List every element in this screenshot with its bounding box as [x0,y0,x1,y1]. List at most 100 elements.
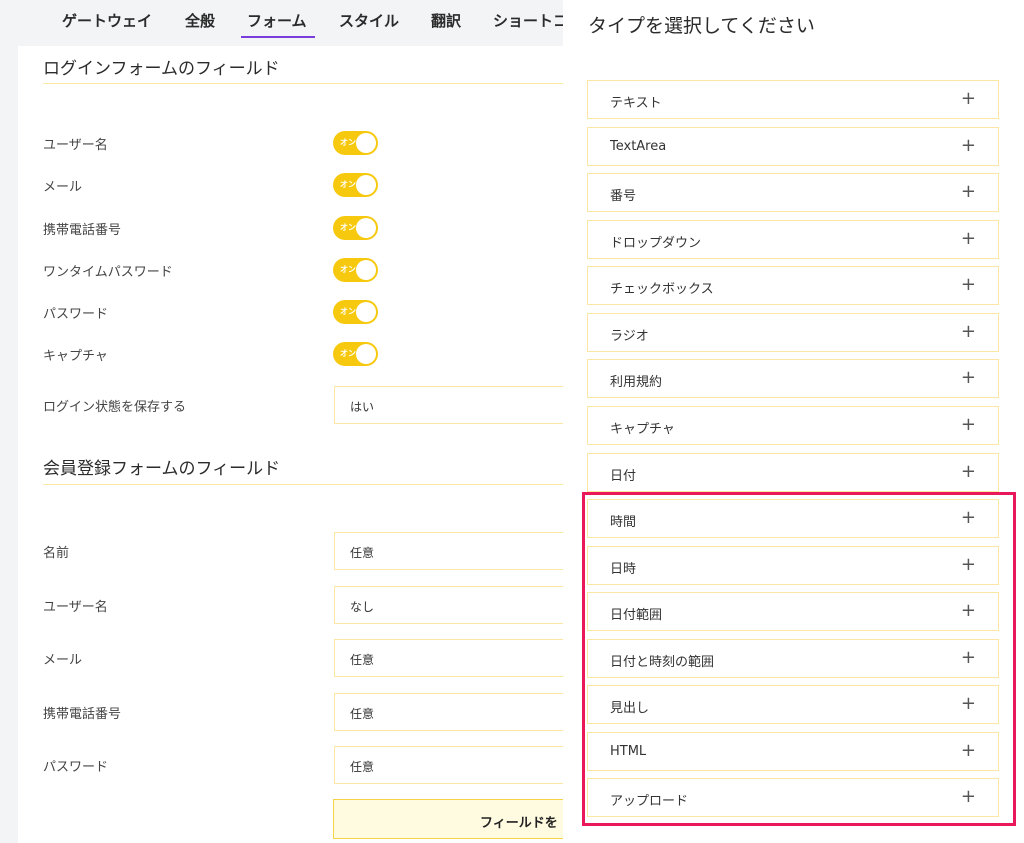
login-row-username-label: ユーザー名 [43,138,108,153]
type-item-number[interactable]: 番号 + [587,173,999,212]
type-item-label: TextArea [610,139,667,154]
type-item-label: 日付 [610,469,637,484]
register-section-title: 会員登録フォームのフィールド [43,459,281,479]
tab-shortcode[interactable]: ショートコ [493,10,568,31]
plus-icon: + [960,274,976,295]
plus-icon: + [960,507,976,528]
plus-icon: + [960,693,976,714]
login-row-password-label: パスワード [43,307,109,322]
tab-style[interactable]: スタイル [339,10,399,31]
type-item-label: 番号 [610,189,637,204]
select-value: 任意 [350,653,375,667]
plus-icon: + [960,786,976,807]
type-item-label: チェックボックス [610,282,714,297]
type-item-radio[interactable]: ラジオ + [587,313,999,352]
login-password-toggle[interactable]: オン [333,300,378,324]
login-username-toggle[interactable]: オン [333,131,378,155]
divider [43,484,563,485]
field-type-drawer: タイプを選択してください テキスト + TextArea + 番号 + ドロップダウン… [563,0,1024,843]
type-item-captcha[interactable]: キャプチャ + [587,406,999,445]
type-item-label: テキスト [610,96,662,111]
toggle-text: オン [340,307,356,316]
select-value: 任意 [350,707,375,721]
toggle-text: オン [340,349,356,358]
register-username-select[interactable]: なし [334,586,563,624]
register-row-email-label: メール [43,653,83,668]
plus-icon: + [960,321,976,342]
login-otp-toggle[interactable]: オン [333,258,378,282]
login-row-captcha-label: キャプチャ [43,349,108,364]
type-item-label: ラジオ [610,329,649,344]
plus-icon: + [960,88,976,109]
register-row-name-label: 名前 [43,546,70,561]
login-phone-toggle[interactable]: オン [333,216,378,240]
register-row-password-label: パスワード [43,760,109,775]
remember-login-label: ログイン状態を保存する [43,400,187,415]
register-phone-select[interactable]: 任意 [334,693,563,731]
tab-general[interactable]: 全般 [185,10,215,31]
type-item-label: HTML [610,744,647,759]
plus-icon: + [960,135,976,156]
type-item-date-range[interactable]: 日付範囲 + [587,592,999,631]
remember-login-select[interactable]: はい [334,386,563,424]
plus-icon: + [960,647,976,668]
type-item-dropdown[interactable]: ドロップダウン + [587,220,999,259]
plus-icon: + [960,740,976,761]
register-row-phone-label: 携帯電話番号 [43,707,122,722]
plus-icon: + [960,554,976,575]
type-item-textarea[interactable]: TextArea + [587,127,999,166]
select-value: 任意 [350,760,375,774]
add-field-button[interactable]: フィールドを [333,799,563,839]
type-item-heading[interactable]: 見出し + [587,685,999,724]
tab-gateway[interactable]: ゲートウェイ [62,10,152,31]
settings-panel: ログインフォームのフィールド ユーザー名 オン メール オン 携帯電話番号 オン… [18,46,563,843]
toggle-knob [356,218,376,238]
toggle-text: オン [340,223,356,232]
type-item-time[interactable]: 時間 + [587,499,999,538]
register-password-select[interactable]: 任意 [334,746,563,784]
type-item-label: 利用規約 [610,375,663,390]
type-item-text[interactable]: テキスト + [587,80,999,119]
register-row-username-label: ユーザー名 [43,600,108,615]
type-item-upload[interactable]: アップロード + [587,778,999,817]
type-item-datetime-range[interactable]: 日付と時刻の範囲 + [587,639,999,678]
select-value: はい [350,400,375,414]
type-item-datetime[interactable]: 日時 + [587,546,999,585]
tab-bar: ゲートウェイ 全般 フォーム スタイル 翻訳 ショートコ [0,0,568,46]
tab-form[interactable]: フォーム [241,10,315,38]
plus-icon: + [960,600,976,621]
toggle-text: オン [340,180,356,189]
toggle-knob [356,344,376,364]
type-item-label: 日付範囲 [610,608,663,623]
type-item-checkbox[interactable]: チェックボックス + [587,266,999,305]
plus-icon: + [960,367,976,388]
toggle-knob [356,175,376,195]
login-row-phone-label: 携帯電話番号 [43,223,122,238]
type-item-html[interactable]: HTML + [587,732,999,771]
add-field-button-label: フィールドを [480,816,558,831]
login-captcha-toggle[interactable]: オン [333,342,378,366]
toggle-knob [356,302,376,322]
toggle-knob [356,260,376,280]
login-section-title: ログインフォームのフィールド [43,59,280,79]
plus-icon: + [960,414,976,435]
select-value: なし [350,600,375,614]
login-email-toggle[interactable]: オン [333,173,378,197]
type-item-date[interactable]: 日付 + [587,453,999,492]
drawer-title: タイプを選択してください [588,15,815,37]
plus-icon: + [960,461,976,482]
register-email-select[interactable]: 任意 [334,639,563,677]
type-item-label: 時間 [610,515,637,530]
divider [43,83,563,84]
toggle-text: オン [340,265,356,274]
type-item-label: アップロード [610,794,689,809]
tab-translation[interactable]: 翻訳 [431,10,461,31]
plus-icon: + [960,228,976,249]
type-item-terms[interactable]: 利用規約 + [587,359,999,398]
type-item-label: ドロップダウン [610,236,702,251]
type-item-label: キャプチャ [610,422,675,437]
toggle-text: オン [340,138,356,147]
toggle-knob [356,133,376,153]
register-name-select[interactable]: 任意 [334,532,563,570]
login-row-email-label: メール [43,180,83,195]
